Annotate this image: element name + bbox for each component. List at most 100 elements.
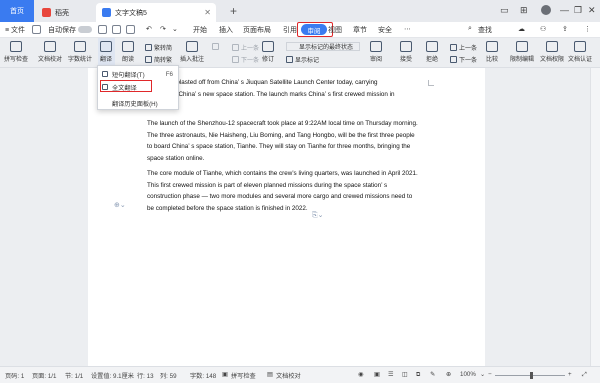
trad-to-simp-button[interactable]: 繁转简 <box>145 43 172 52</box>
compare-button[interactable]: 比较 <box>486 41 498 63</box>
zoom-slider-handle[interactable] <box>530 372 533 379</box>
eye-icon[interactable]: ◉ <box>358 371 363 378</box>
page-view-icon[interactable]: ▣ <box>374 371 380 378</box>
menu-file[interactable]: ≡ 文件 <box>5 25 25 35</box>
spell-check-icon <box>10 41 22 52</box>
translate-button[interactable]: 翻译 <box>100 41 112 63</box>
status-page[interactable]: 页面: 1/1 <box>32 371 56 380</box>
collab-icon[interactable]: ⚇ <box>540 25 546 33</box>
more-icon[interactable]: ⌄ <box>172 25 178 33</box>
share-icon[interactable] <box>98 25 107 34</box>
status-word-count[interactable]: 字数: 148 <box>190 371 216 380</box>
minimize-icon[interactable]: — <box>560 5 569 15</box>
vertical-scrollbar[interactable] <box>590 68 600 366</box>
markup-state-icon <box>290 43 297 50</box>
paragraph-handle-icon[interactable]: ⊕⌄ <box>114 201 126 209</box>
menu-review[interactable]: 审阅 <box>301 24 327 35</box>
word-count-icon <box>74 41 86 52</box>
prev-comment-button[interactable]: 上一条 <box>232 43 259 52</box>
export-icon[interactable] <box>126 25 135 34</box>
status-doc-proof[interactable]: 文档校对 <box>276 371 301 380</box>
insert-comment-button[interactable]: 插入批注 <box>180 41 204 63</box>
translate-history-item[interactable]: 翻译历史面板(H) <box>98 97 178 109</box>
zoom-dropdown-icon[interactable]: ⌄ <box>480 371 485 378</box>
restrict-edit-label: 限制编辑 <box>510 57 535 63</box>
read-aloud-button[interactable]: 朗读 <box>122 41 134 63</box>
paragraph-2[interactable]: The launch of the Shenzhou-12 spacecraft… <box>147 118 432 164</box>
translate-icon <box>100 41 112 52</box>
tab-docer[interactable]: 稻壳 <box>36 3 94 22</box>
menu-layout[interactable]: 页面布局 <box>243 25 271 35</box>
zoom-in-icon[interactable]: + <box>568 371 572 378</box>
fullscreen-icon[interactable]: ⤢ <box>582 371 587 379</box>
accept-label: 接受 <box>400 57 413 63</box>
layout-icon[interactable]: ▭ <box>500 5 509 16</box>
accept-button[interactable]: 接受 <box>400 41 412 63</box>
search-icon[interactable]: ⌕ <box>468 25 472 33</box>
menu-insert[interactable]: 插入 <box>219 25 233 35</box>
show-markup-button[interactable]: 显示标记 <box>286 55 319 64</box>
save-icon[interactable] <box>32 25 41 34</box>
doc-proof-button[interactable]: 文档校对 <box>38 41 62 63</box>
paragraph-line: construction phase — two more modules an… <box>147 193 413 201</box>
add-tab-icon[interactable]: + <box>230 4 237 18</box>
avatar[interactable] <box>541 5 551 15</box>
print-icon[interactable] <box>112 25 121 34</box>
document-page[interactable] <box>88 68 485 366</box>
doc-certify-button[interactable]: 文档认证 <box>568 41 592 63</box>
outline-view-icon[interactable]: ☰ <box>388 371 394 378</box>
tab-document[interactable]: 文字文稿5 ✕ <box>96 3 216 22</box>
doc-perm-button[interactable]: 文档权限 <box>540 41 564 63</box>
review-pane-button[interactable]: 审阅 <box>370 41 382 63</box>
compare-label: 比较 <box>486 57 499 63</box>
word-count-button[interactable]: 字数统计 <box>68 41 92 63</box>
zoom-level[interactable]: 100% <box>460 371 476 378</box>
web-view-icon[interactable]: ◫ <box>402 371 408 378</box>
next-comment-icon <box>232 56 239 63</box>
prev-change-icon <box>450 44 457 51</box>
tab-home[interactable]: 首页 <box>0 0 34 22</box>
window-close-icon[interactable]: ✕ <box>588 5 596 16</box>
next-change-button[interactable]: 下一条 <box>450 55 477 64</box>
status-spell-check[interactable]: 拼写检查 <box>231 371 256 380</box>
paragraph-line: The launch of the Shenzhou-12 spacecraft… <box>147 120 418 127</box>
restore-icon[interactable]: ❐ <box>574 5 582 16</box>
redo-icon[interactable]: ↷ <box>160 25 166 33</box>
globe-icon[interactable]: ⊕ <box>446 371 451 378</box>
read-aloud-label: 朗读 <box>122 57 135 63</box>
menu-search[interactable]: 查找 <box>478 25 492 35</box>
menu-references[interactable]: 引用 <box>283 25 297 35</box>
auto-save-toggle[interactable] <box>78 26 92 33</box>
cloud-icon[interactable]: ☁ <box>518 25 525 33</box>
translate-label: 翻译 <box>100 57 113 63</box>
menu-section[interactable]: 章节 <box>353 25 367 35</box>
read-mode-icon[interactable]: ⧉ <box>416 371 420 379</box>
paragraph-3[interactable]: The core module of Tianhe, which contain… <box>147 168 432 214</box>
share-user-icon[interactable]: ⇪ <box>562 25 568 33</box>
revise-label: 修订 <box>262 57 275 63</box>
zoom-out-icon[interactable]: − <box>488 371 492 378</box>
grid-icon[interactable]: ⊞ <box>520 5 528 16</box>
spell-check-button[interactable]: 拼写检查 <box>4 41 28 63</box>
paste-options-icon[interactable]: ⎘⌄ <box>312 211 323 220</box>
undo-icon[interactable]: ↶ <box>146 25 152 33</box>
menu-more-icon[interactable]: ⋯ <box>404 25 411 33</box>
menu-more-icon-2[interactable]: ⋮ <box>584 25 591 33</box>
delete-comment-icon <box>212 43 219 50</box>
reject-button[interactable]: 拒绝 <box>426 41 438 63</box>
menu-view[interactable]: 视图 <box>328 25 342 35</box>
close-icon[interactable]: ✕ <box>204 8 211 17</box>
prev-change-button[interactable]: 上一条 <box>450 43 477 52</box>
restrict-edit-button[interactable]: 限制编辑 <box>510 41 534 63</box>
short-translate-item[interactable]: 短句翻译(T) F6 <box>98 68 178 80</box>
markup-state-select[interactable]: 显示标记的最终状态 <box>286 42 360 51</box>
delete-comment-button[interactable] <box>212 43 221 50</box>
paragraph-1[interactable]: rch rocket blasted off from China’ s Jiu… <box>147 77 432 100</box>
status-page-num[interactable]: 页码: 1 <box>5 371 24 380</box>
simp-to-trad-button[interactable]: 简转繁 <box>145 55 172 64</box>
revise-button[interactable]: 修订 <box>262 41 274 63</box>
menu-start[interactable]: 开始 <box>193 25 207 35</box>
next-comment-button[interactable]: 下一条 <box>232 55 259 64</box>
write-mode-icon[interactable]: ✎ <box>430 371 435 378</box>
menu-security[interactable]: 安全 <box>378 25 392 35</box>
